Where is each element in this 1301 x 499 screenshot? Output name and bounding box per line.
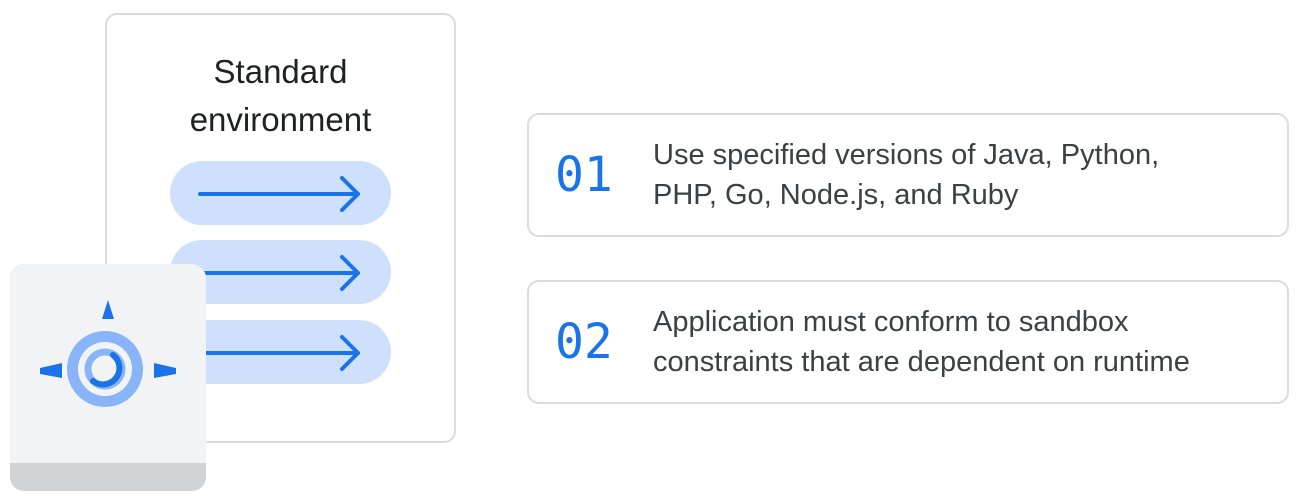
diagram-canvas: Standard environment 01 Use specified ve… xyxy=(0,0,1301,499)
item-number: 02 xyxy=(555,314,613,370)
app-engine-icon xyxy=(40,300,176,407)
environment-title: Standard environment xyxy=(105,48,456,144)
environment-title-line1: Standard xyxy=(213,53,348,90)
environment-title-line2: environment xyxy=(189,101,372,138)
flow-pill-1 xyxy=(170,161,391,225)
arrow-right-icon xyxy=(198,176,360,212)
item-description-line2: PHP, Go, Node.js, and Ruby xyxy=(653,179,1019,211)
item-description: Application must conform to sandbox cons… xyxy=(653,282,1190,402)
app-engine-tile xyxy=(10,264,206,491)
info-card-02: 02 Application must conform to sandbox c… xyxy=(527,280,1289,404)
item-description-line1: Application must conform to sandbox xyxy=(653,306,1129,338)
item-description-line1: Use specified versions of Java, Python, xyxy=(653,139,1160,171)
item-description: Use specified versions of Java, Python, … xyxy=(653,115,1159,235)
item-number: 01 xyxy=(555,147,613,203)
item-description-line2: constraints that are dependent on runtim… xyxy=(653,346,1190,378)
info-card-01: 01 Use specified versions of Java, Pytho… xyxy=(527,113,1289,237)
